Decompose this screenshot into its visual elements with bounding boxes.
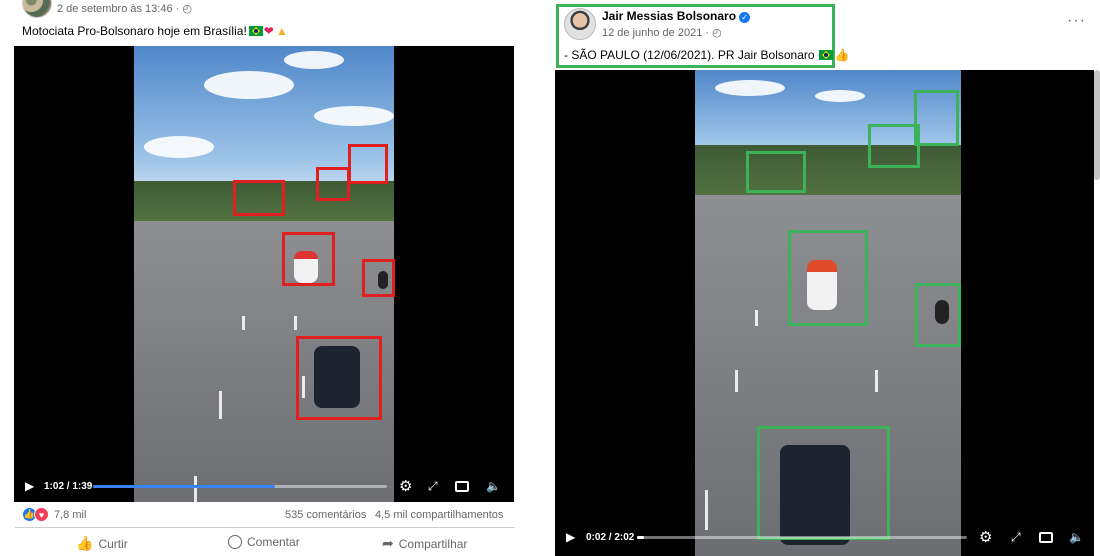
lane-mark xyxy=(875,370,878,392)
author-name[interactable]: Jair Messias Bolsonaro ✓ xyxy=(602,9,751,23)
mute-icon[interactable]: 🔈 xyxy=(1069,530,1084,544)
play-icon[interactable]: ▶ xyxy=(566,530,575,544)
cloud xyxy=(815,90,865,102)
video-time: 1:02 / 1:39 xyxy=(44,480,93,492)
thumbs-up-icon: 👍 xyxy=(834,48,850,62)
settings-gear-icon[interactable]: ⚙ xyxy=(979,528,992,546)
author-avatar[interactable] xyxy=(564,8,596,40)
detection-box-pylon xyxy=(868,124,920,168)
share-button[interactable]: ➦ Compartilhar xyxy=(382,535,467,552)
detection-box-pylon xyxy=(316,167,350,201)
detection-box-ambulance xyxy=(788,230,868,326)
reaction-summary[interactable]: 👍 ♥ 7,8 mil xyxy=(22,507,86,522)
detection-box-car xyxy=(296,336,382,420)
verified-badge-icon: ✓ xyxy=(739,12,751,23)
page-avatar[interactable] xyxy=(22,0,52,18)
globe-icon: ◴ xyxy=(712,27,722,39)
fullscreen-icon[interactable]: ⤢ xyxy=(1011,530,1021,545)
detection-box-ambulance xyxy=(282,232,335,286)
right-facebook-post: Jair Messias Bolsonaro ✓ 12 de junho de 2… xyxy=(544,0,1100,556)
cloud xyxy=(284,51,344,69)
mute-icon[interactable]: 🔈 xyxy=(486,479,501,493)
lane-mark xyxy=(294,316,297,330)
detection-box-sign xyxy=(746,151,806,193)
progress-fill xyxy=(637,536,644,539)
video-controls: ▶ 1:02 / 1:39 ⚙ ⤢ 🔈 xyxy=(14,471,514,501)
post-caption: Motociata Pro-Bolsonaro hoje em Brasília… xyxy=(22,24,288,38)
video-player[interactable]: ▶ 1:02 / 1:39 ⚙ ⤢ 🔈 xyxy=(14,46,514,502)
share-arrow-icon: ➦ xyxy=(382,535,394,551)
comment-bubble-icon xyxy=(228,535,242,549)
brazil-flag-icon xyxy=(248,26,263,36)
picture-in-picture-icon[interactable] xyxy=(455,480,469,492)
lane-mark xyxy=(219,391,222,419)
progress-bar[interactable] xyxy=(637,536,967,539)
more-options-icon[interactable]: ··· xyxy=(1067,12,1086,30)
post-timestamp[interactable]: 2 de setembro às 13:46 · ◴ xyxy=(57,2,192,15)
video-controls: ▶ 0:02 / 2:02 ⚙ ⤢ 🔈 xyxy=(555,522,1094,552)
thumbs-up-icon: 👍 xyxy=(76,535,94,551)
progress-bar[interactable] xyxy=(93,485,387,488)
detection-box-motorcycle xyxy=(915,283,961,347)
picture-in-picture-icon[interactable] xyxy=(1039,531,1053,543)
cloud xyxy=(314,106,394,126)
comment-count[interactable]: 535 comentários xyxy=(285,509,366,521)
video-player[interactable]: ▶ 0:02 / 2:02 ⚙ ⤢ 🔈 xyxy=(555,70,1094,556)
progress-fill xyxy=(93,485,276,488)
detection-box-tower xyxy=(914,90,959,146)
red-heart-icon: ❤ xyxy=(263,24,274,38)
scrollbar[interactable] xyxy=(1094,70,1100,180)
cloud xyxy=(715,80,785,96)
love-icon: ♥ xyxy=(34,507,49,522)
lane-mark xyxy=(735,370,738,392)
brazil-flag-icon xyxy=(818,50,833,60)
detection-box-motorcycle xyxy=(362,259,395,297)
video-frame xyxy=(134,46,394,502)
lane-mark xyxy=(242,316,245,330)
video-time: 0:02 / 2:02 xyxy=(586,531,635,543)
settings-gear-icon[interactable]: ⚙ xyxy=(399,477,412,495)
lane-mark xyxy=(755,310,758,326)
praying-hands-icon: ▲ xyxy=(275,24,288,38)
post-caption: - SÃO PAULO (12/06/2021). PR Jair Bolson… xyxy=(564,48,850,62)
comment-button[interactable]: Comentar xyxy=(228,535,300,549)
reaction-count: 7,8 mil xyxy=(54,508,87,521)
globe-icon: ◴ xyxy=(182,3,192,15)
detection-box-tower xyxy=(348,144,388,184)
like-button[interactable]: 👍 Curtir xyxy=(76,535,128,552)
panel-divider xyxy=(527,0,544,556)
share-count[interactable]: 4,5 mil compartilhamentos xyxy=(375,509,503,521)
cloud xyxy=(204,71,294,99)
detection-box-sign xyxy=(233,180,285,216)
left-facebook-post: 2 de setembro às 13:46 · ◴ Motociata Pro… xyxy=(0,0,527,556)
cloud xyxy=(144,136,214,158)
fullscreen-icon[interactable]: ⤢ xyxy=(428,479,438,494)
play-icon[interactable]: ▶ xyxy=(25,479,34,493)
divider xyxy=(15,527,515,528)
post-timestamp[interactable]: 12 de junho de 2021 · ◴ xyxy=(602,26,722,39)
